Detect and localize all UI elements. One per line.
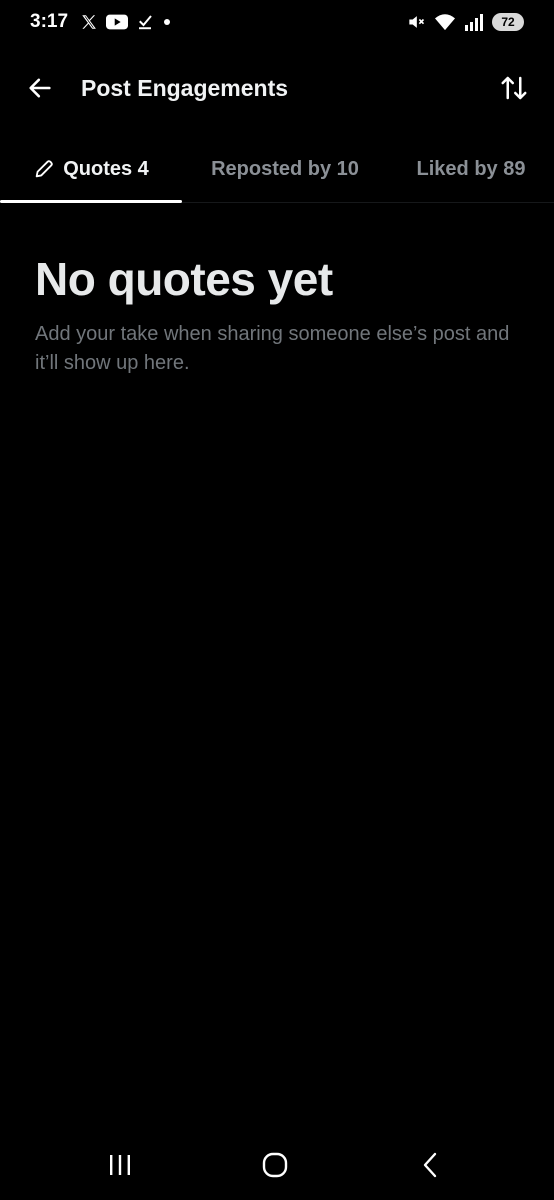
engagement-tabs: Quotes 4 Reposted by 10 Liked by 89: [0, 136, 554, 203]
tab-quotes-label: Quotes 4: [63, 157, 149, 180]
empty-state-subtitle: Add your take when sharing someone else’…: [35, 323, 510, 374]
tab-liked-by-label: Liked by 89: [416, 157, 526, 180]
page-title: Post Engagements: [81, 74, 289, 101]
tab-liked-by[interactable]: Liked by 89: [388, 136, 554, 202]
mute-icon: [406, 12, 426, 32]
empty-state-title: No quotes yet: [35, 253, 333, 305]
download-done-icon: [136, 13, 154, 31]
recents-icon: [110, 1155, 130, 1175]
system-nav-bar: [0, 1130, 554, 1200]
youtube-icon: [106, 13, 129, 31]
sort-button[interactable]: [494, 68, 534, 108]
status-right: 72: [406, 12, 524, 32]
tab-reposted-by-label: Reposted by 10: [211, 157, 359, 180]
sort-arrows-icon: [501, 76, 527, 100]
signal-icon: [464, 13, 484, 31]
back-button[interactable]: [22, 70, 58, 106]
pencil-icon: [35, 160, 53, 178]
arrow-left-icon: [29, 78, 51, 98]
back-icon: [423, 1152, 437, 1178]
system-back-button[interactable]: [400, 1148, 460, 1182]
wifi-icon: [434, 12, 456, 32]
status-left: 3:17: [30, 11, 172, 33]
active-tab-indicator: [0, 200, 182, 203]
status-time: 3:17: [30, 11, 69, 32]
home-icon: [262, 1152, 288, 1178]
empty-state: No quotes yet Add your take when sharing…: [35, 250, 525, 378]
tab-quotes[interactable]: Quotes 4: [0, 136, 182, 203]
x-logo-icon: [80, 13, 98, 31]
status-bar: 3:17 72: [0, 0, 554, 44]
battery-icon: 72: [492, 13, 524, 31]
tab-reposted-by[interactable]: Reposted by 10: [182, 136, 388, 202]
recents-button[interactable]: [90, 1148, 150, 1182]
app-header: Post Engagements: [0, 50, 554, 126]
dot-icon: [162, 17, 172, 27]
home-button[interactable]: [245, 1148, 305, 1182]
